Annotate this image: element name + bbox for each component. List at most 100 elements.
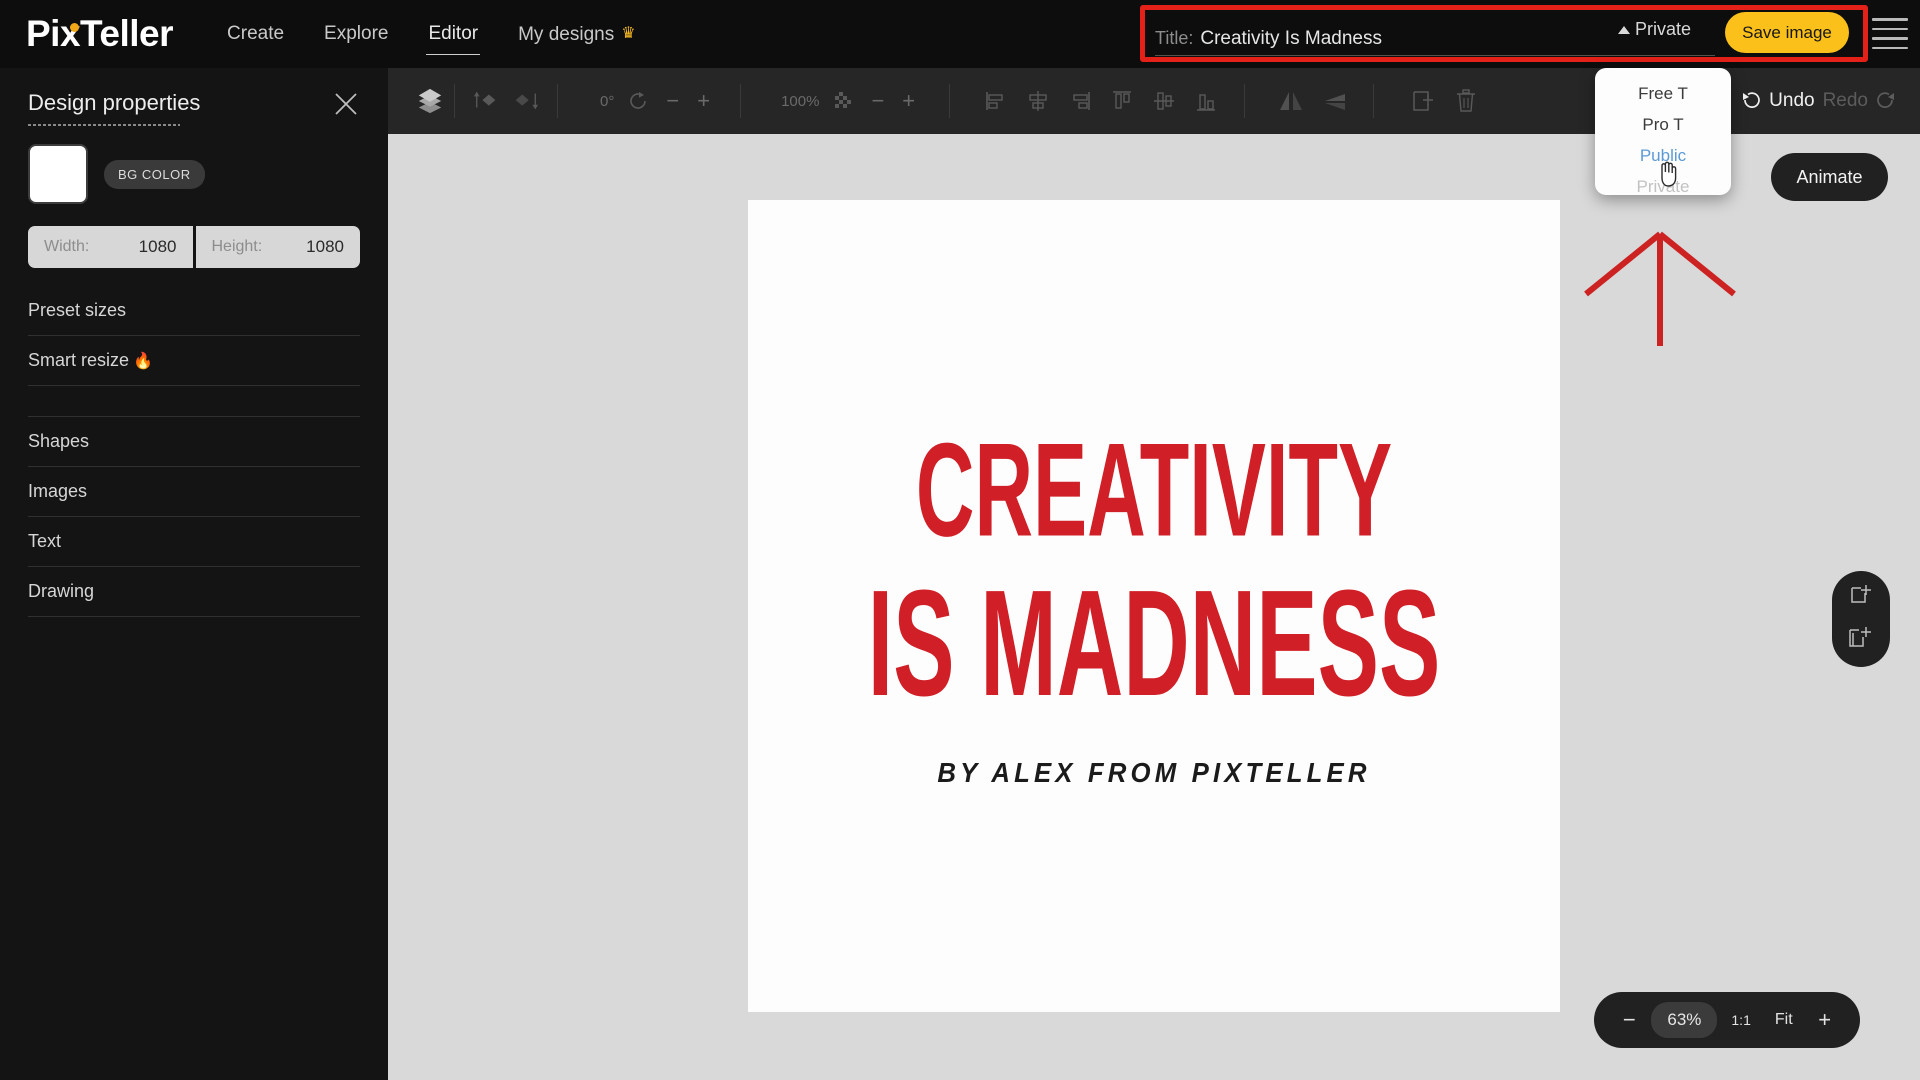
width-label: Width: [44,238,90,255]
editor-workspace[interactable]: CREATIVITY IS MADNESS BY ALEX FROM PIXTE… [388,134,1920,1080]
privacy-dropdown-toggle[interactable]: Private [1618,19,1691,40]
rotation-group: 0° − + [592,87,722,115]
design-properties-sidebar: Design properties BG COLOR Width: 1080 H… [0,68,388,1080]
height-label: Height: [211,238,263,255]
save-image-button[interactable]: Save image [1725,12,1849,53]
zoom-in-button[interactable]: + [1807,1009,1843,1031]
rotation-value: 0° [600,92,615,110]
sidebar-divider [28,616,360,617]
align-center-horizontal-icon[interactable] [1024,87,1052,115]
sidebar-item-text[interactable]: Text [0,517,388,566]
sidebar-label-drawing: Drawing [28,581,95,601]
title-label: Title: [1155,28,1194,48]
nav-label-my-designs: My designs [518,23,615,45]
sidebar-item-preset-sizes[interactable]: Preset sizes [0,286,388,335]
sidebar-menu-list: Preset sizes Smart resize 🔥 Shapes Images… [0,286,388,617]
canvas-headline-line1[interactable]: CREATIVITY [837,424,1470,557]
object-actions-group [1400,87,1488,115]
flip-horizontal-icon[interactable] [1277,87,1305,115]
zoom-out-button[interactable]: − [1611,1009,1647,1031]
sidebar-label-smart-resize: Smart resize [28,350,130,370]
animate-button[interactable]: Animate [1771,153,1888,201]
opacity-value: 100% [781,92,820,110]
pixteller-logo[interactable]: PixTeller [26,13,174,55]
bg-color-label: BG COLOR [104,159,205,189]
sidebar-item-drawing[interactable]: Drawing [0,567,388,616]
opacity-group: 100% − + [773,87,927,115]
bg-color-swatch[interactable] [28,144,88,204]
undo-redo-group: Undo Redo [1739,68,1898,134]
privacy-option-pro-t[interactable]: Pro T [1642,110,1683,140]
sidebar-label-shapes: Shapes [28,431,90,451]
layers-icon[interactable] [416,87,444,115]
zoom-fit-button[interactable]: Fit [1765,1011,1803,1029]
toolbar-separator [740,84,742,118]
opacity-increase-button[interactable]: + [898,90,919,112]
frame-tools-panel [1832,571,1890,667]
sidebar-item-shapes[interactable]: Shapes [0,417,388,466]
close-icon[interactable] [332,90,360,118]
nav-label-create: Create [227,23,285,44]
align-middle-vertical-icon[interactable] [1150,87,1178,115]
height-field[interactable]: Height: 1080 [195,226,360,268]
crown-icon: ♛ [621,24,636,42]
nav-item-editor[interactable]: Editor [426,19,480,55]
nav-label-editor: Editor [428,23,479,44]
sidebar-title: Design properties [28,90,200,126]
sidebar-label-images: Images [28,481,88,501]
nav-label-explore: Explore [324,23,389,44]
privacy-option-public[interactable]: Public [1640,141,1686,171]
pixteller-editor-app: PixTeller Create Explore Editor My desig… [0,0,1920,1080]
caret-up-icon [1618,25,1630,34]
canvas-dimensions-row: Width: 1080 Height: 1080 [0,204,388,268]
privacy-option-free-t[interactable]: Free T [1638,79,1688,109]
sidebar-divider [28,385,360,386]
align-top-icon[interactable] [1108,87,1136,115]
canvas-headline-line2[interactable]: IS MADNESS [837,568,1470,719]
nav-item-create[interactable]: Create [225,19,286,49]
rotate-icon[interactable] [624,87,652,115]
trash-icon[interactable] [1452,87,1480,115]
align-left-icon[interactable] [982,87,1010,115]
opacity-checker-icon[interactable] [829,87,857,115]
duplicate-frame-icon[interactable] [1848,625,1874,656]
sidebar-item-images[interactable]: Images [0,467,388,516]
toolbar-separator [949,84,951,118]
align-bottom-icon[interactable] [1192,87,1220,115]
toolbar-separator [454,84,455,118]
sidebar-header: Design properties [0,68,388,126]
width-field[interactable]: Width: 1080 [28,226,193,268]
sidebar-item-smart-resize[interactable]: Smart resize 🔥 [0,336,388,385]
rotation-decrease-button[interactable]: − [662,90,683,112]
logo-dot-icon [70,23,79,32]
nav-item-explore[interactable]: Explore [322,19,390,49]
zoom-control-bar: − 63% 1:1 Fit + [1594,992,1860,1048]
hamburger-menu-icon[interactable] [1872,18,1908,49]
flip-vertical-icon[interactable] [1321,87,1349,115]
bring-forward-icon[interactable] [473,87,501,115]
design-canvas[interactable]: CREATIVITY IS MADNESS BY ALEX FROM PIXTE… [748,200,1560,1012]
zoom-percent-value[interactable]: 63% [1651,1002,1718,1038]
canvas-subtitle[interactable]: BY ALEX FROM PIXTELLER [780,757,1527,789]
duplicate-icon[interactable] [1408,87,1436,115]
undo-button[interactable]: Undo [1739,89,1815,113]
rotation-increase-button[interactable]: + [693,90,714,112]
nav-item-my-designs[interactable]: My designs ♛ [516,19,637,50]
flame-icon: 🔥 [133,353,153,370]
opacity-decrease-button[interactable]: − [867,90,888,112]
sidebar-label-preset-sizes: Preset sizes [28,300,127,320]
background-color-row: BG COLOR [0,126,388,204]
zoom-one-to-one-button[interactable]: 1:1 [1721,1012,1760,1028]
redo-label: Redo [1822,90,1868,111]
align-group [974,87,1228,115]
sidebar-label-text: Text [28,531,62,551]
send-backward-icon[interactable] [511,87,539,115]
width-value: 1080 [138,237,177,256]
align-right-icon[interactable] [1066,87,1094,115]
main-nav: Create Explore Editor My designs ♛ [225,19,638,55]
add-frame-icon[interactable] [1848,582,1874,613]
toolbar-separator [1244,84,1246,118]
flip-group [1269,87,1357,115]
canvas-content: CREATIVITY IS MADNESS BY ALEX FROM PIXTE… [748,424,1560,789]
privacy-option-private: Private [1636,177,1690,196]
